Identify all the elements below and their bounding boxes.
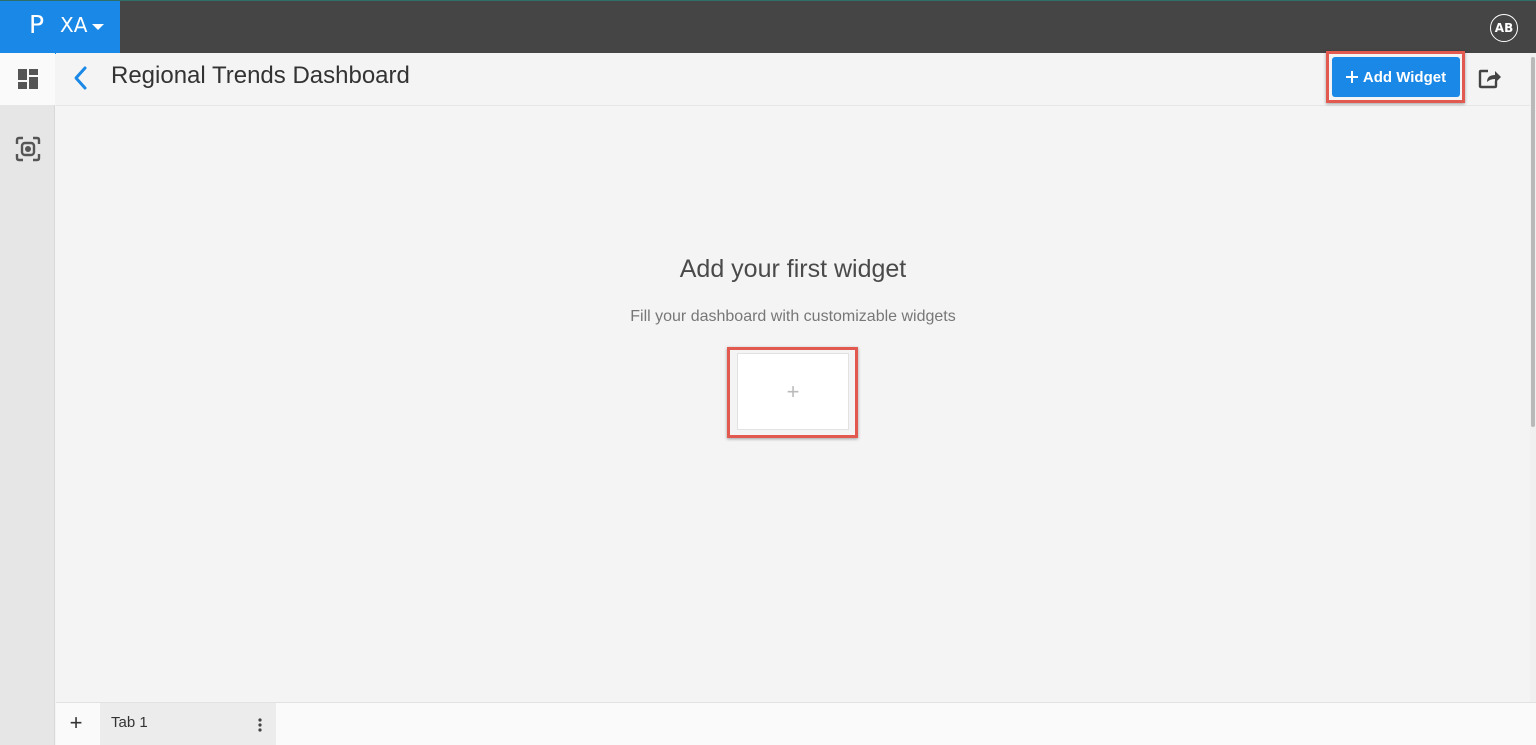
share-button[interactable] xyxy=(1477,65,1503,91)
left-rail xyxy=(0,53,55,745)
user-avatar[interactable]: AB xyxy=(1490,14,1518,42)
add-widget-tile[interactable]: + xyxy=(737,353,849,430)
add-widget-button[interactable]: Add Widget xyxy=(1332,57,1460,97)
app-switcher[interactable]: P XA xyxy=(0,1,120,54)
tab-bar: + Tab 1 xyxy=(56,702,1536,745)
scan-icon xyxy=(15,136,40,162)
tab-1[interactable]: Tab 1 xyxy=(100,703,276,745)
tab-menu-button[interactable] xyxy=(254,716,266,734)
kebab-menu-icon xyxy=(258,718,262,732)
back-button[interactable] xyxy=(68,64,92,92)
rail-item-dashboards[interactable] xyxy=(0,53,55,105)
rail-item-scan[interactable] xyxy=(0,123,55,175)
page-title: Regional Trends Dashboard xyxy=(111,62,410,89)
back-chevron-icon xyxy=(74,66,87,90)
plus-icon xyxy=(1345,71,1358,83)
empty-state-subtitle: Fill your dashboard with customizable wi… xyxy=(630,308,956,325)
top-bar: P XA AB xyxy=(0,0,1536,54)
app-name: XA xyxy=(60,13,88,37)
add-widget-label: Add Widget xyxy=(1362,68,1447,86)
add-tile-plus-icon: + xyxy=(786,378,800,404)
dashboard-header: Regional Trends Dashboard Add Widget xyxy=(56,51,1530,106)
share-icon xyxy=(1478,69,1501,89)
empty-state-title: Add your first widget xyxy=(679,255,907,283)
dashboard-icon xyxy=(17,69,38,89)
caret-down-icon xyxy=(92,24,104,30)
app-logo-icon: P xyxy=(29,10,45,39)
add-tab-button[interactable]: + xyxy=(64,709,88,737)
scrollbar-thumb[interactable] xyxy=(1531,57,1535,427)
tab-label: Tab 1 xyxy=(111,714,148,731)
